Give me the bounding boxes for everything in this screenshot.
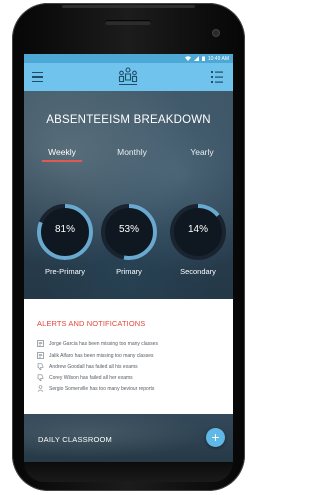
daily-classroom-title: DAILY CLASSROOM [38,435,112,444]
period-tabs: Weekly Monthly Yearly [24,147,233,169]
thumbs-down-icon [37,374,44,381]
status-bar: 10:49 AM [24,54,233,63]
phone-top-edge [62,5,195,8]
signal-icon [193,56,199,61]
alert-item[interactable]: Jalik Alfaro has been missing too many c… [37,351,227,360]
user-warning-icon [37,385,44,392]
list-icon[interactable] [210,69,224,85]
thumbs-down-icon [37,363,44,370]
gauge-secondary-label: Secondary [180,267,216,276]
app-bar [24,63,233,91]
gauge-pre-primary-label: Pre-Primary [44,267,85,276]
alert-item[interactable]: Jorge Garcia has been missing too many c… [37,339,227,348]
active-tab-underline [42,160,82,162]
students-group-logo-icon[interactable] [117,67,139,87]
alert-item[interactable]: Corey Wilson has failed all her exams [37,373,227,382]
phone-chin [24,462,233,482]
alert-text: Corey Wilson has failed all her exams [49,374,133,381]
alert-item[interactable]: Sergio Somerville has too many beviour r… [37,384,227,393]
app-screen: 10:49 AM ABSENTEEISM BREAKDOWN Weekly Mo… [24,54,233,462]
alert-text: Jalik Alfaro has been missing too many c… [49,352,154,359]
tab-yearly[interactable]: Yearly [182,147,222,157]
gauge-secondary-value: 14% [187,224,208,235]
absenteeism-panel: ABSENTEEISM BREAKDOWN Weekly Monthly Yea… [24,91,233,299]
alert-text: Jorge Garcia has been missing too many c… [49,340,158,347]
tab-weekly[interactable]: Weekly [42,147,82,162]
alert-text: Sergio Somerville has too many beviour r… [49,385,155,392]
add-button[interactable]: + [206,428,225,447]
wifi-icon [184,56,191,61]
phone-frame: 10:49 AM ABSENTEEISM BREAKDOWN Weekly Mo… [12,3,245,491]
tab-yearly-label: Yearly [190,147,214,157]
daily-classroom-panel[interactable]: DAILY CLASSROOM + [24,414,233,462]
alerts-panel: ALERTS AND NOTIFICATIONS Jorge Garcia ha… [24,299,233,414]
gauge-pre-primary[interactable]: 81% [35,202,95,262]
tab-weekly-label: Weekly [48,147,76,157]
report-card-icon [37,352,44,359]
tab-monthly[interactable]: Monthly [110,147,154,157]
hamburger-menu-icon[interactable] [32,70,46,84]
battery-icon [201,56,205,61]
gauge-pre-primary-value: 81% [54,224,75,235]
report-card-icon [37,340,44,347]
gauge-secondary[interactable]: 14% [168,202,228,262]
alerts-title: ALERTS AND NOTIFICATIONS [37,319,146,328]
phone-speaker [105,20,151,25]
alert-text: Andrew Goodall has failed all his exams [49,363,138,370]
gauge-primary-value: 53% [118,224,139,235]
panel-title: ABSENTEEISM BREAKDOWN [46,114,211,126]
tab-monthly-label: Monthly [117,147,147,157]
alert-item[interactable]: Andrew Goodall has failed all his exams [37,362,227,371]
phone-camera [213,30,219,36]
status-time: 10:49 AM [207,55,229,62]
gauge-primary-label: Primary [116,267,142,276]
gauge-primary[interactable]: 53% [99,202,159,262]
